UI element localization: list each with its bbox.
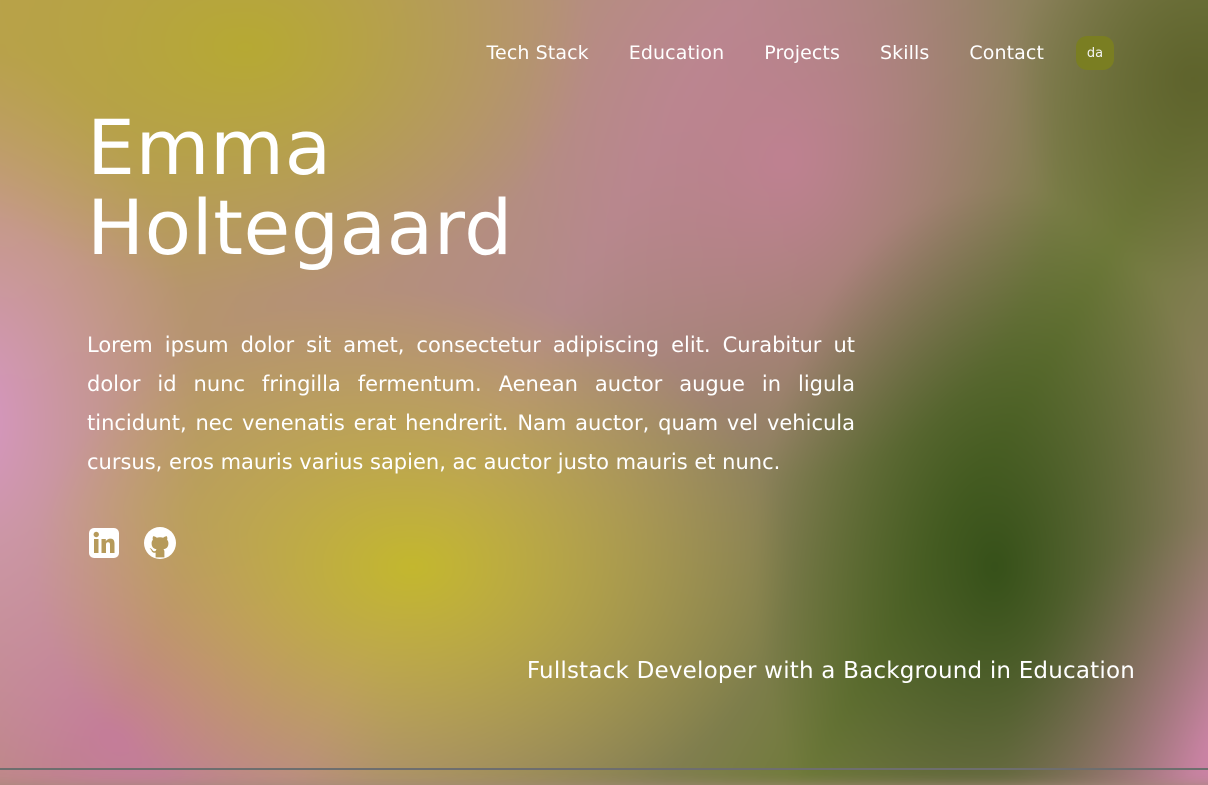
nav-link-projects[interactable]: Projects bbox=[764, 42, 840, 64]
language-toggle-button[interactable]: da bbox=[1076, 36, 1114, 70]
linkedin-icon[interactable] bbox=[87, 526, 121, 560]
nav-link-contact[interactable]: Contact bbox=[969, 42, 1044, 64]
github-icon[interactable] bbox=[143, 526, 177, 560]
social-links bbox=[87, 526, 857, 560]
nav-link-education[interactable]: Education bbox=[629, 42, 725, 64]
page-title: Emma Holtegaard bbox=[87, 108, 857, 268]
bio-paragraph: Lorem ipsum dolor sit amet, consectetur … bbox=[87, 333, 855, 474]
first-name: Emma bbox=[87, 103, 332, 192]
hero-section: Emma Holtegaard Lorem ipsum dolor sit am… bbox=[87, 108, 857, 560]
nav-link-skills[interactable]: Skills bbox=[880, 42, 929, 64]
nav-link-tech-stack[interactable]: Tech Stack bbox=[487, 42, 589, 64]
tagline: Fullstack Developer with a Background in… bbox=[526, 658, 1135, 684]
last-name: Holtegaard bbox=[87, 183, 513, 272]
main-nav: Tech Stack Education Projects Skills Con… bbox=[487, 36, 1114, 70]
